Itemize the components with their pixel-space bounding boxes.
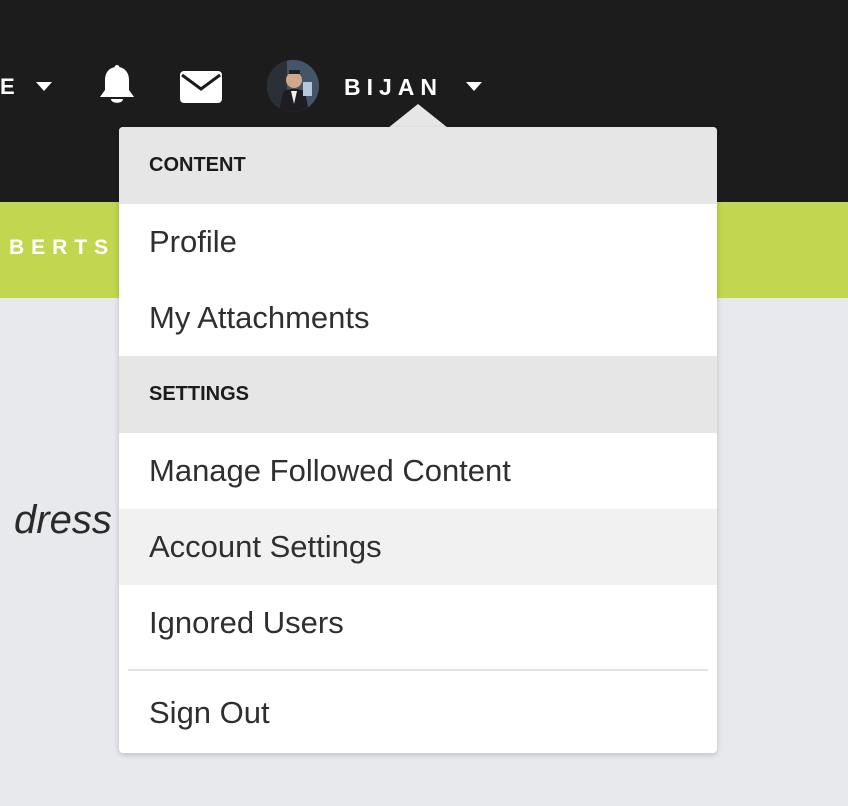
menu-item-account-settings[interactable]: Account Settings	[119, 509, 717, 585]
chevron-down-icon[interactable]	[36, 82, 52, 91]
bell-icon[interactable]	[97, 64, 137, 108]
dropdown-pointer	[388, 104, 448, 128]
username-label[interactable]: BIJAN	[344, 74, 443, 101]
menu-item-my-attachments[interactable]: My Attachments	[119, 280, 717, 356]
menu-item-ignored-users[interactable]: Ignored Users	[119, 585, 717, 661]
mail-icon[interactable]	[179, 70, 223, 104]
menu-item-sign-out[interactable]: Sign Out	[119, 671, 717, 753]
nav-item-label: E	[0, 74, 18, 99]
avatar-image	[267, 60, 319, 112]
user-dropdown-menu: CONTENT Profile My Attachments SETTINGS …	[119, 127, 717, 753]
menu-item-manage-followed-content[interactable]: Manage Followed Content	[119, 433, 717, 509]
background-partial-text: dress	[14, 498, 112, 542]
content-section-header: CONTENT	[119, 127, 717, 204]
nav-item-partial[interactable]: E	[0, 72, 18, 102]
chevron-down-icon[interactable]	[466, 82, 482, 91]
avatar[interactable]	[267, 60, 319, 112]
menu-item-profile[interactable]: Profile	[119, 204, 717, 280]
settings-section-header: SETTINGS	[119, 356, 717, 433]
banner-partial-label: BERTS	[9, 236, 116, 259]
